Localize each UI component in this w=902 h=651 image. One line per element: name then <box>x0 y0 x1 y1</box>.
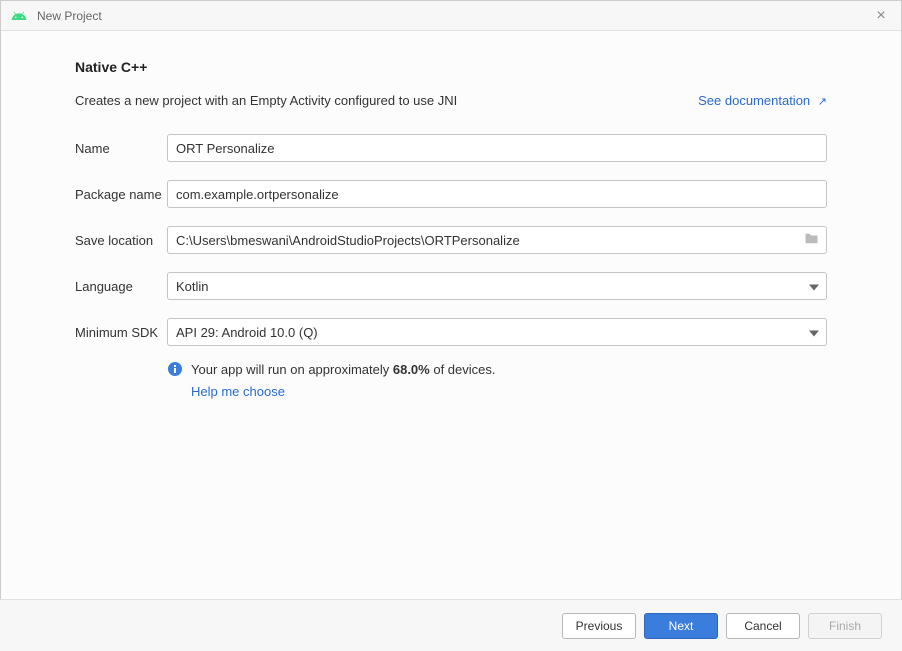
window-title: New Project <box>37 9 871 23</box>
package-input[interactable] <box>167 180 827 208</box>
row-package: Package name <box>75 180 827 208</box>
save-location-input[interactable] <box>167 226 827 254</box>
description-text: Creates a new project with an Empty Acti… <box>75 93 457 108</box>
info-block: Your app will run on approximately 68.0%… <box>167 360 827 401</box>
info-percent: 68.0% <box>393 362 430 377</box>
label-language: Language <box>75 279 167 294</box>
close-icon[interactable]: × <box>871 7 891 25</box>
info-prefix: Your app will run on approximately <box>191 362 393 377</box>
external-link-icon: ↗ <box>818 96 827 108</box>
label-name: Name <box>75 141 167 156</box>
min-sdk-select[interactable]: API 29: Android 10.0 (Q) <box>167 318 827 346</box>
content-area: Native C++ Creates a new project with an… <box>1 31 901 599</box>
documentation-link[interactable]: See documentation ↗ <box>698 93 827 108</box>
row-language: Language Kotlin <box>75 272 827 300</box>
info-text: Your app will run on approximately 68.0%… <box>191 360 496 401</box>
info-suffix: of devices. <box>430 362 496 377</box>
finish-button: Finish <box>808 613 882 639</box>
name-input[interactable] <box>167 134 827 162</box>
language-select[interactable]: Kotlin <box>167 272 827 300</box>
label-package: Package name <box>75 187 167 202</box>
titlebar: New Project × <box>1 1 901 31</box>
min-sdk-value: API 29: Android 10.0 (Q) <box>176 325 318 340</box>
row-save-location: Save location <box>75 226 827 254</box>
next-button[interactable]: Next <box>644 613 718 639</box>
browse-folder-icon[interactable] <box>804 233 819 248</box>
row-min-sdk: Minimum SDK API 29: Android 10.0 (Q) <box>75 318 827 346</box>
label-min-sdk: Minimum SDK <box>75 325 167 340</box>
row-name: Name <box>75 134 827 162</box>
info-icon <box>167 361 183 377</box>
android-icon <box>11 8 27 24</box>
previous-button[interactable]: Previous <box>562 613 636 639</box>
cancel-button[interactable]: Cancel <box>726 613 800 639</box>
documentation-link-text: See documentation <box>698 93 810 108</box>
page-heading: Native C++ <box>75 59 827 75</box>
footer: Previous Next Cancel Finish <box>0 599 902 651</box>
help-me-choose-link[interactable]: Help me choose <box>191 382 496 402</box>
label-save-location: Save location <box>75 233 167 248</box>
description-row: Creates a new project with an Empty Acti… <box>75 93 827 108</box>
language-value: Kotlin <box>176 279 209 294</box>
